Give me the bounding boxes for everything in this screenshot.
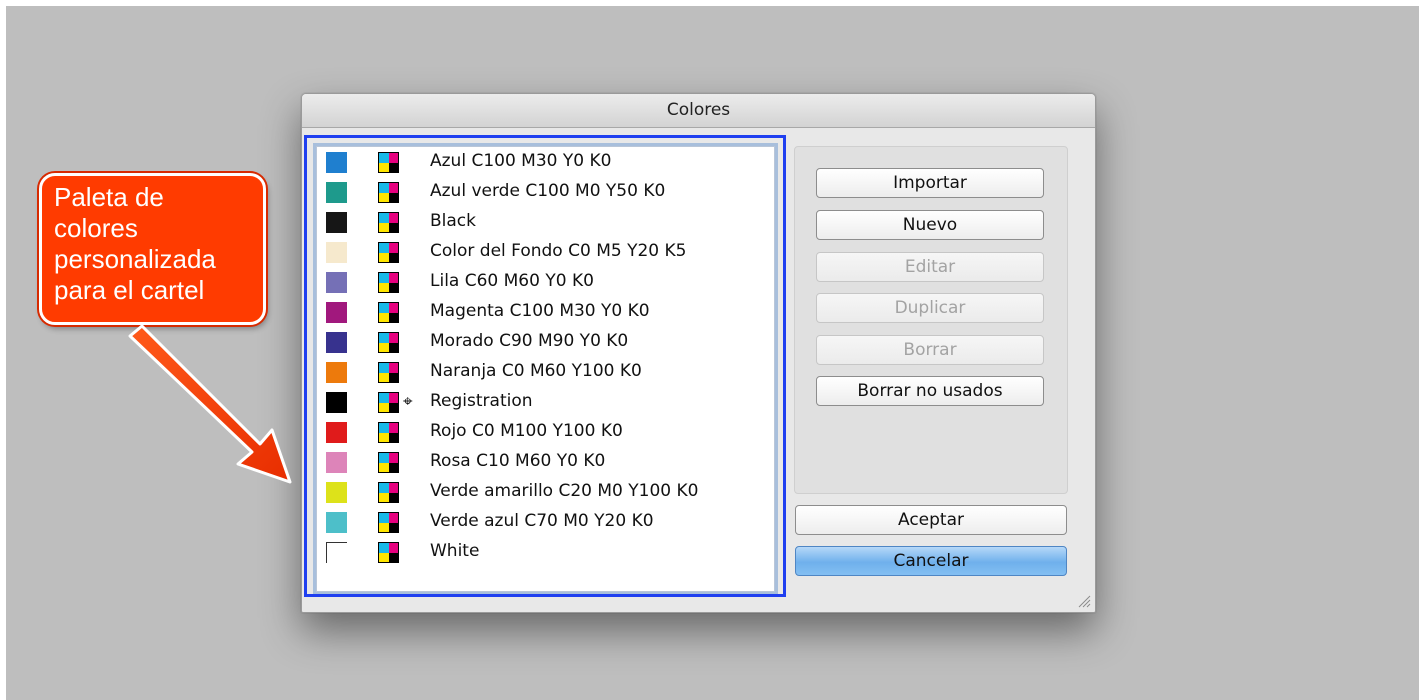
editar-button[interactable]: Editar bbox=[816, 252, 1044, 282]
button-panel: Importar Nuevo Editar Duplicar Borrar Bo… bbox=[794, 146, 1068, 494]
annotation-line: personalizada bbox=[54, 244, 216, 274]
dialog-title: Colores bbox=[302, 94, 1095, 128]
nuevo-button[interactable]: Nuevo bbox=[816, 210, 1044, 240]
borrar-no-usados-button[interactable]: Borrar no usados bbox=[816, 376, 1044, 406]
borrar-button[interactable]: Borrar bbox=[816, 335, 1044, 365]
resize-grip-icon[interactable] bbox=[1077, 594, 1091, 608]
duplicar-button[interactable]: Duplicar bbox=[816, 293, 1044, 323]
annotation-arrow-icon bbox=[128, 324, 292, 484]
annotation-line: colores bbox=[54, 213, 138, 243]
palette-highlight-frame bbox=[304, 135, 786, 597]
cancelar-button[interactable]: Cancelar bbox=[795, 546, 1067, 576]
aceptar-button[interactable]: Aceptar bbox=[795, 505, 1067, 535]
annotation-line: para el cartel bbox=[54, 275, 205, 305]
colores-dialog: Colores Azul C100 M30 Y0 K0 Azul verde C1… bbox=[301, 93, 1096, 613]
annotation-line: Paleta de bbox=[54, 182, 164, 212]
annotation-callout: Paleta de colores personalizada para el … bbox=[39, 173, 266, 325]
importar-button[interactable]: Importar bbox=[816, 168, 1044, 198]
